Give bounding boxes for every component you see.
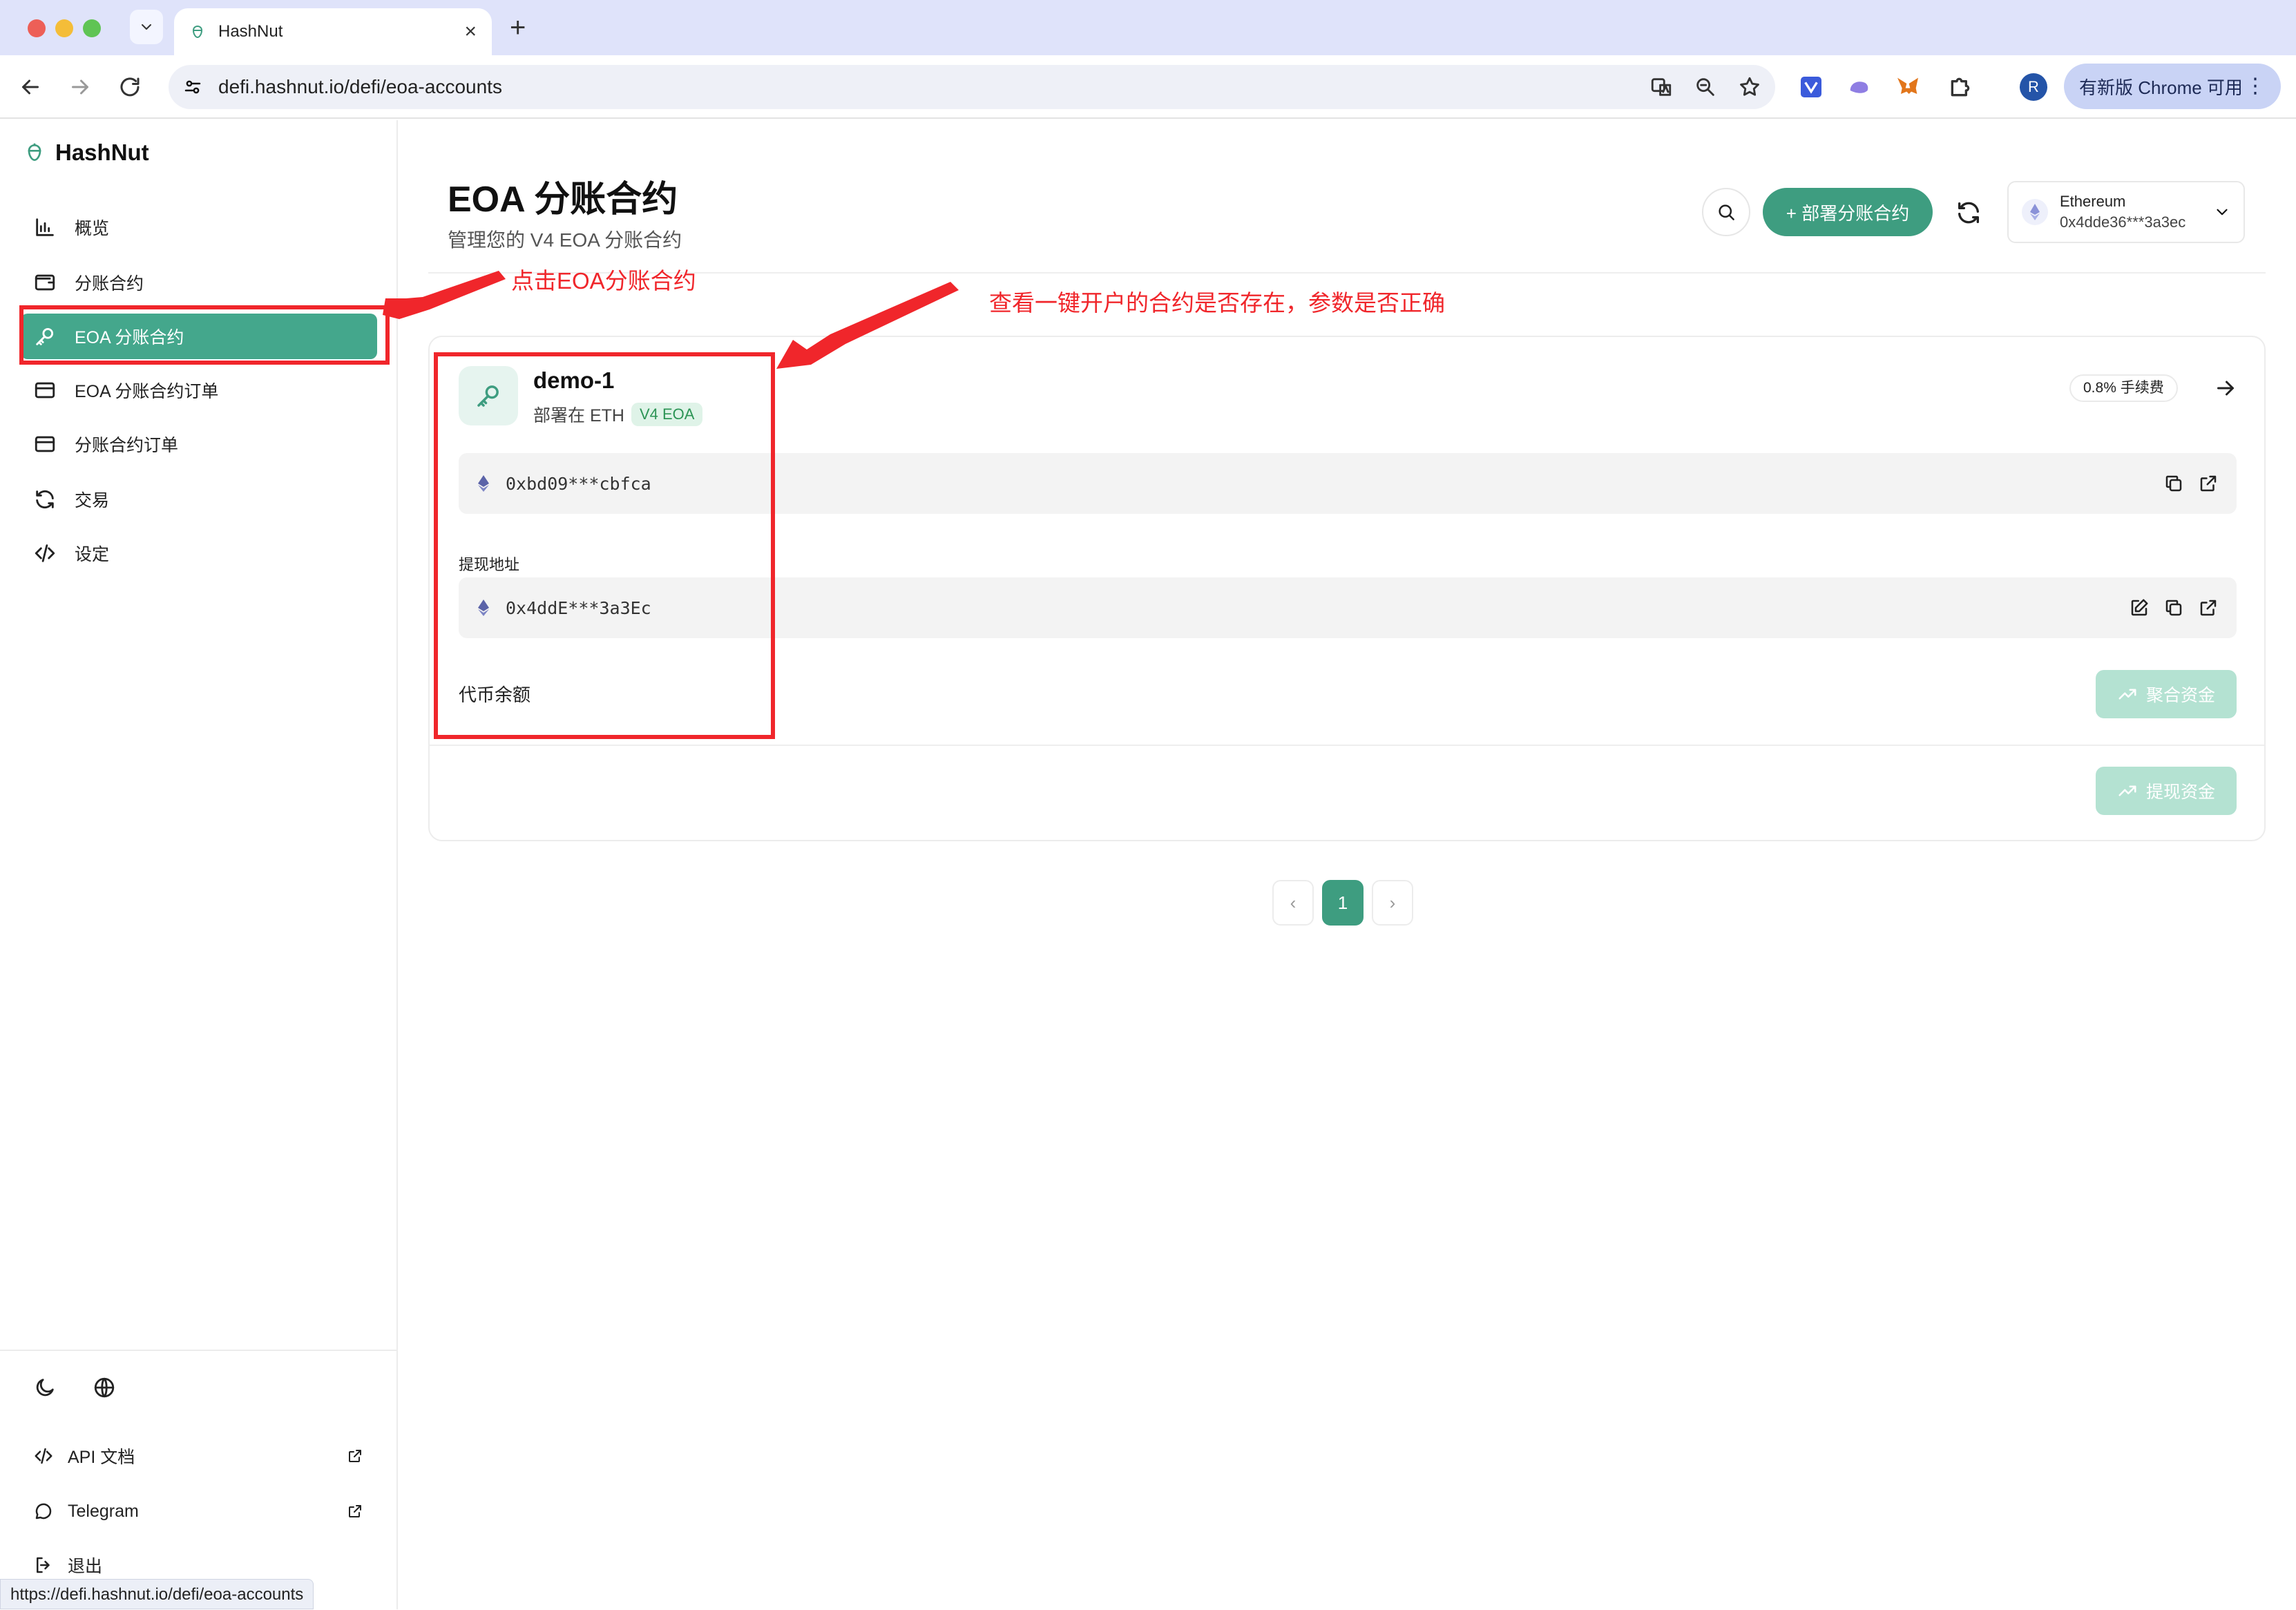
annotation-arrow-card [776,282,959,369]
annotation-arrow-sidebar [383,271,506,319]
annotation-arrows [383,271,959,369]
